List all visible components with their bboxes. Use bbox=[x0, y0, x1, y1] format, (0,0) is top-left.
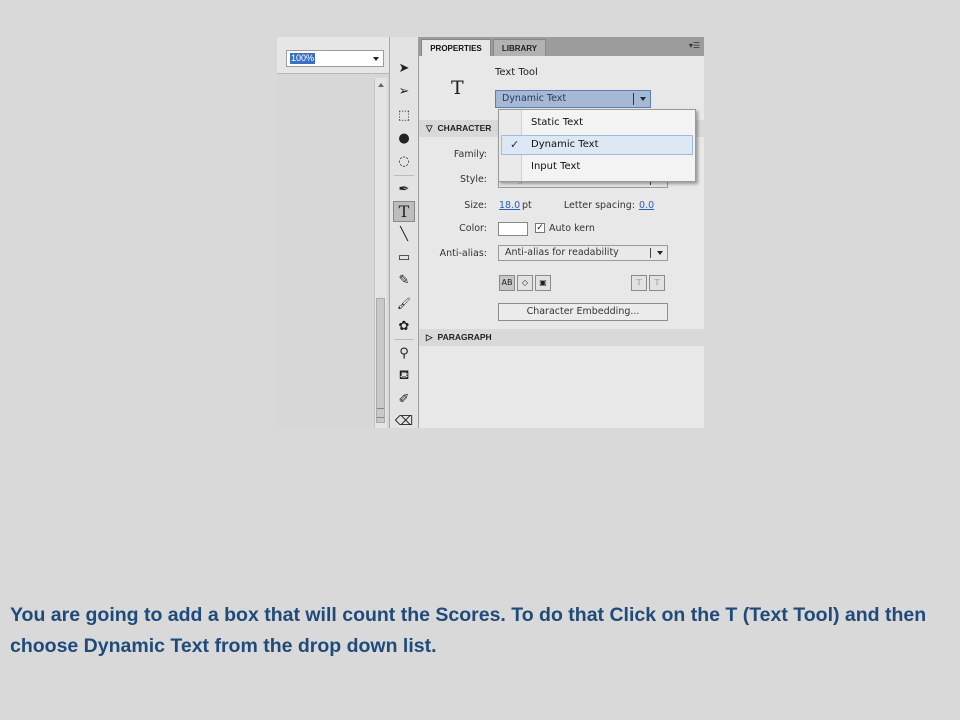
brush-tool-icon[interactable]: 🖌 bbox=[393, 293, 415, 314]
select-divider bbox=[633, 93, 634, 105]
color-label: Color: bbox=[459, 223, 487, 234]
eyedropper-tool-icon[interactable]: ✐ bbox=[393, 389, 415, 410]
family-label: Family: bbox=[453, 149, 487, 160]
selection-tool-icon[interactable]: ➤ bbox=[393, 58, 415, 79]
chevron-down-icon bbox=[373, 57, 379, 61]
letter-spacing-label: Letter spacing: bbox=[563, 200, 635, 211]
size-unit: pt bbox=[522, 200, 532, 211]
option-label: Input Text bbox=[531, 161, 581, 172]
text-type-value: Dynamic Text bbox=[502, 93, 567, 104]
render-as-html-icon[interactable]: ◇ bbox=[517, 275, 533, 291]
anti-alias-value: Anti-alias for readability bbox=[505, 247, 619, 258]
lasso-tool-icon[interactable]: ◌ bbox=[393, 151, 415, 172]
tab-properties[interactable]: PROPERTIES bbox=[421, 39, 491, 56]
scrollbar-grip-icon bbox=[377, 408, 384, 418]
rectangle-tool-icon[interactable]: ▭ bbox=[393, 247, 415, 268]
character-embedding-button[interactable]: Character Embedding... bbox=[498, 303, 668, 321]
dropdown-option-input-text[interactable]: Input Text bbox=[501, 157, 693, 177]
pen-tool-icon[interactable]: ✒ bbox=[393, 179, 415, 200]
tools-panel: ➤ ➢ ⬚ ● ◌ ✒ T ╲ ▭ ✎ 🖌 ✿ ⚲ ⛾ ✐ ⌫ bbox=[390, 37, 419, 428]
superscript-icon[interactable]: T bbox=[631, 275, 647, 291]
tool-name: Text Tool bbox=[495, 67, 538, 78]
deco-tool-icon[interactable]: ✿ bbox=[393, 316, 415, 337]
instruction-caption: You are going to add a box that will cou… bbox=[10, 604, 927, 657]
option-label: Static Text bbox=[531, 117, 583, 128]
scroll-up-icon[interactable] bbox=[378, 83, 384, 87]
dropdown-option-static-text[interactable]: Static Text bbox=[501, 113, 693, 133]
panel-menu-icon[interactable]: ▾☰ bbox=[689, 41, 700, 51]
option-label: Dynamic Text bbox=[531, 139, 599, 150]
anti-alias-label: Anti-alias: bbox=[439, 248, 487, 259]
auto-kern-checkbox[interactable]: ✓ bbox=[535, 223, 545, 233]
chevron-down-icon: ▽ bbox=[426, 123, 433, 133]
vertical-scrollbar[interactable] bbox=[374, 78, 387, 428]
line-tool-icon[interactable]: ╲ bbox=[393, 224, 415, 245]
color-swatch[interactable] bbox=[498, 222, 528, 236]
chevron-down-icon bbox=[640, 97, 646, 101]
zoom-toolbar: 100% bbox=[277, 37, 389, 74]
anti-alias-select[interactable]: Anti-alias for readability bbox=[498, 245, 668, 261]
panel-tab-bar: PROPERTIES LIBRARY ▾☰ bbox=[419, 37, 704, 56]
tool-separator bbox=[394, 339, 414, 340]
text-tool-icon: T bbox=[451, 77, 464, 99]
dropdown-option-dynamic-text[interactable]: ✓ Dynamic Text bbox=[501, 135, 693, 155]
letter-spacing-value[interactable]: 0.0 bbox=[639, 200, 654, 211]
auto-kern-label: Auto kern bbox=[549, 223, 595, 234]
stage-area: 100% bbox=[277, 37, 390, 428]
paragraph-section-header[interactable]: ▷ PARAGRAPH bbox=[419, 329, 704, 346]
tab-library[interactable]: LIBRARY bbox=[493, 39, 546, 56]
tool-separator bbox=[394, 175, 414, 176]
character-section-title: CHARACTER bbox=[437, 123, 492, 133]
eraser-tool-icon[interactable]: ⌫ bbox=[393, 411, 415, 428]
chevron-down-icon bbox=[657, 251, 663, 255]
size-value[interactable]: 18.0 bbox=[499, 200, 520, 211]
show-border-icon[interactable]: ▣ bbox=[535, 275, 551, 291]
pencil-tool-icon[interactable]: ✎ bbox=[393, 270, 415, 291]
zoom-value: 100% bbox=[290, 53, 316, 64]
checkmark-icon: ✓ bbox=[510, 138, 520, 151]
free-transform-tool-icon[interactable]: ⬚ bbox=[393, 105, 415, 126]
text-type-select[interactable]: Dynamic Text bbox=[495, 90, 651, 108]
text-type-dropdown: Static Text ✓ Dynamic Text Input Text bbox=[498, 109, 696, 182]
text-tool-icon[interactable]: T bbox=[393, 201, 415, 222]
paragraph-section-title: PARAGRAPH bbox=[437, 332, 492, 342]
select-divider bbox=[650, 248, 651, 258]
selectable-text-icon[interactable]: AB bbox=[499, 275, 515, 291]
size-label: Size: bbox=[464, 200, 487, 211]
chevron-right-icon: ▷ bbox=[426, 332, 433, 342]
scrollbar-thumb[interactable] bbox=[376, 298, 385, 423]
flash-screenshot: 100% ➤ ➢ ⬚ ● ◌ ✒ T ╲ ▭ ✎ 🖌 ✿ ⚲ ⛾ ✐ ⌫ PRO… bbox=[277, 37, 704, 428]
3d-rotation-tool-icon[interactable]: ● bbox=[393, 128, 415, 149]
style-label: Style: bbox=[459, 174, 487, 185]
zoom-select[interactable]: 100% bbox=[286, 50, 384, 67]
bone-tool-icon[interactable]: ⚲ bbox=[393, 343, 415, 364]
properties-panel: PROPERTIES LIBRARY ▾☰ T Text Tool Dynami… bbox=[419, 37, 704, 428]
subselection-tool-icon[interactable]: ➢ bbox=[393, 81, 415, 102]
paint-bucket-tool-icon[interactable]: ⛾ bbox=[393, 366, 415, 387]
subscript-icon[interactable]: T bbox=[649, 275, 665, 291]
